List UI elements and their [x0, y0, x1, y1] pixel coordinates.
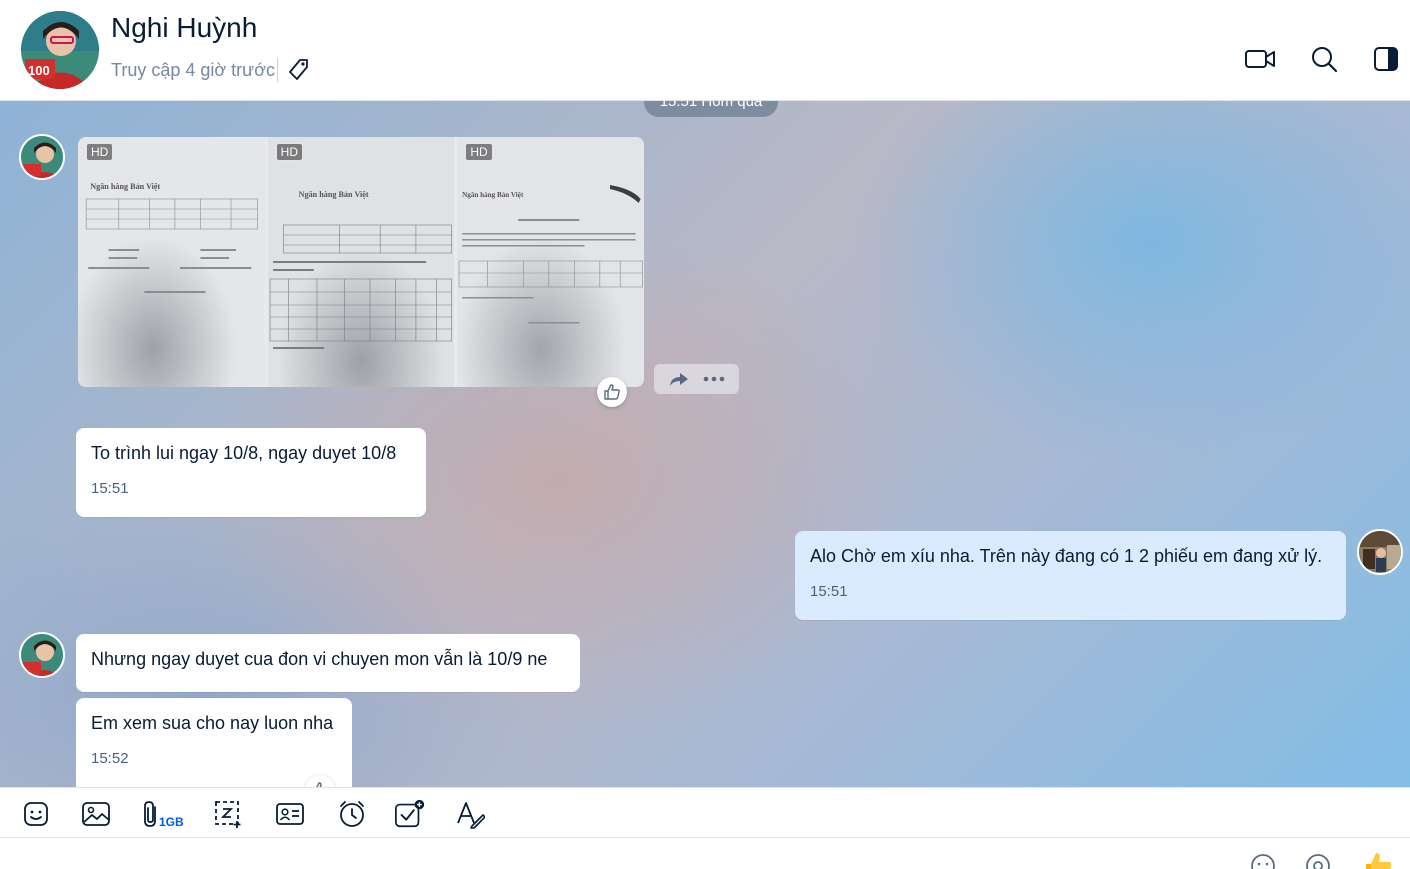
svg-text:Ngân hàng Bản Việt: Ngân hàng Bản Việt: [90, 182, 160, 191]
sender-avatar[interactable]: [19, 632, 65, 678]
format-text-button[interactable]: [454, 798, 486, 830]
message-bubble[interactable]: Em xem sua cho nay luon nha 15:52: [76, 698, 352, 787]
contact-name[interactable]: Nghi Huỳnh: [111, 12, 257, 44]
chat-messages-area[interactable]: 15:51 Hôm qua Ngân hàng Bản Việt HD Ngân…: [0, 101, 1410, 787]
hd-badge: HD: [86, 143, 114, 161]
message-text: Alo Chờ em xíu nha. Trên này đang có 1 2…: [810, 546, 1323, 566]
sticker-icon: [24, 802, 48, 826]
quick-like-button[interactable]: [1361, 850, 1395, 869]
video-call-icon: [1245, 50, 1275, 68]
time-divider: 15:51 Hôm qua: [644, 101, 778, 117]
reminder-icon: [340, 801, 364, 827]
reminder-button[interactable]: [336, 798, 368, 830]
photo-1[interactable]: Ngân hàng Bản Việt HD: [78, 137, 265, 387]
more-icon[interactable]: [703, 376, 725, 382]
sticker-button[interactable]: [20, 798, 52, 830]
assign-task-button[interactable]: [394, 798, 426, 830]
emoji-icon: [1251, 854, 1275, 869]
format-text-icon: [457, 802, 485, 829]
message-bubble[interactable]: Nhưng ngay duyet cua đon vi chuyen mon v…: [76, 634, 580, 692]
avatar-badge-text: 100: [28, 63, 50, 78]
conversation-info-button[interactable]: [1369, 42, 1403, 76]
hd-badge: HD: [465, 143, 493, 161]
message-bubble[interactable]: To trình lui ngay 10/8, ngay duyet 10/8 …: [76, 428, 426, 517]
message-text: To trình lui ngay 10/8, ngay duyet 10/8: [91, 443, 397, 463]
share-icon[interactable]: [668, 370, 690, 388]
screenshot-button[interactable]: [212, 798, 244, 830]
header-divider: [277, 58, 278, 82]
contact-card-icon: [276, 803, 304, 825]
photo-3[interactable]: Ngân hàng Bản Việt HD: [457, 137, 644, 387]
composer-input-bar: [0, 838, 1410, 869]
message-time: 15:51: [810, 583, 848, 600]
message-text: Em xem sua cho nay luon nha: [91, 713, 334, 733]
search-button[interactable]: [1307, 42, 1341, 76]
thumbs-up-icon: [604, 384, 620, 400]
chat-header: 100 Nghi Huỳnh Truy cập 4 giờ trước: [0, 0, 1410, 101]
message-time: 15:52: [91, 750, 129, 767]
my-avatar[interactable]: [1357, 529, 1403, 575]
send-image-button[interactable]: [80, 798, 112, 830]
screenshot-icon: [215, 801, 241, 828]
tag-icon[interactable]: [286, 56, 310, 84]
react-button[interactable]: [597, 377, 627, 407]
svg-text:Ngân hàng Bản Việt: Ngân hàng Bản Việt: [298, 190, 368, 199]
message-text: Nhưng ngay duyet cua đon vi chuyen mon v…: [91, 649, 548, 669]
photo-2[interactable]: Ngân hàng Bản Việt HD: [267, 137, 455, 387]
hd-badge: HD: [275, 143, 304, 161]
task-icon: [395, 799, 425, 828]
message-time: 15:51: [91, 480, 129, 497]
video-call-button[interactable]: [1243, 42, 1277, 76]
contact-avatar[interactable]: 100: [21, 11, 99, 89]
message-actions: [654, 364, 739, 394]
thumbs-up-icon: [1366, 853, 1392, 869]
sidebar-toggle-icon: [1374, 47, 1398, 71]
image-icon: [82, 802, 110, 826]
contact-status: Truy cập 4 giờ trước: [111, 60, 276, 80]
my-message-bubble[interactable]: Alo Chờ em xíu nha. Trên này đang có 1 2…: [795, 531, 1346, 620]
svg-text:Ngân hàng Bản Việt: Ngân hàng Bản Việt: [462, 191, 524, 199]
file-limit-label: 1GB: [159, 815, 184, 829]
emoji-button[interactable]: [1246, 852, 1280, 869]
message-input[interactable]: [0, 838, 1230, 869]
composer-toolbar: 1GB: [0, 787, 1410, 838]
mention-icon: [1306, 854, 1330, 869]
send-contact-card-button[interactable]: [274, 798, 306, 830]
photo-album[interactable]: Ngân hàng Bản Việt HD Ngân hàng Bản Việt…: [78, 137, 644, 387]
search-icon: [1312, 47, 1338, 73]
sender-avatar[interactable]: [19, 134, 65, 180]
mention-button[interactable]: [1301, 852, 1335, 869]
